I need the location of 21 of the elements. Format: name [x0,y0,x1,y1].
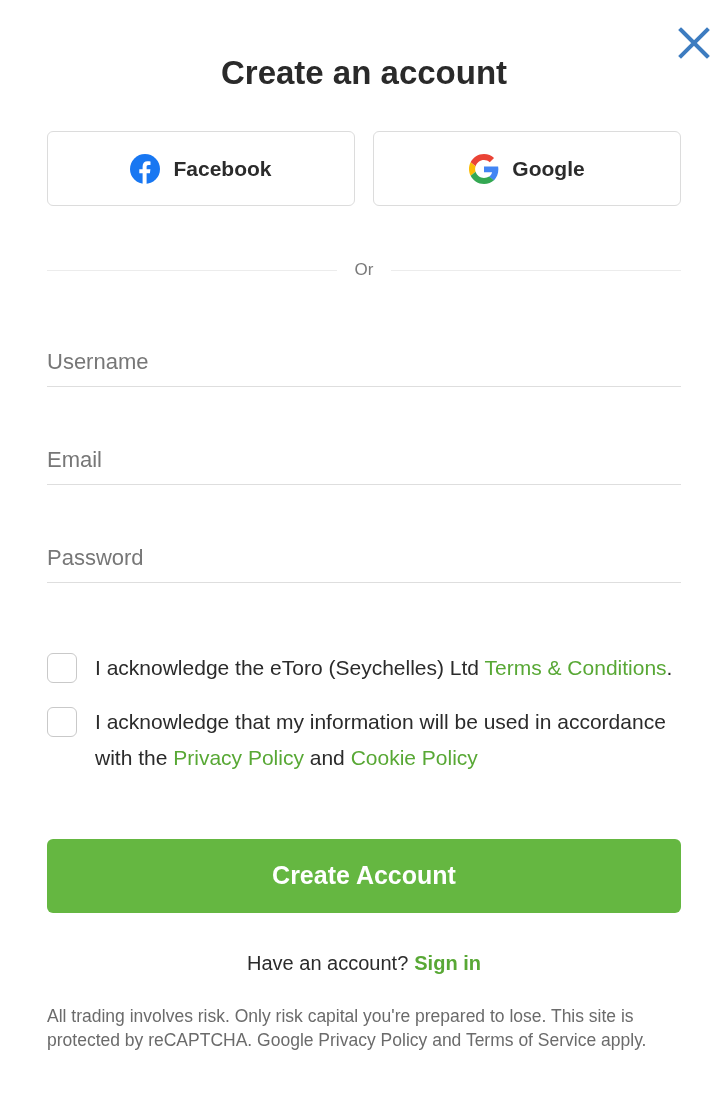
dialog-title: Create an account [220,53,508,93]
facebook-logo-icon [130,153,161,184]
checkbox[interactable] [47,653,77,683]
risk-disclaimer: All trading involves risk. Only risk capital you're prepared to lose. This site is protected by reCAPTCHA. Google Privacy Policy and Terms of Service apply. [47,1005,648,1052]
signin-prompt: Have an account? [247,951,409,976]
input-field[interactable]: Email [47,435,681,485]
input-field[interactable]: Password [47,533,681,583]
divider-label: Or [354,259,374,282]
consent-link[interactable]: Terms & Conditions [484,656,667,679]
consent-text: I acknowledge the eToro (Seychelles) Ltd Terms & Conditions. [95,655,673,681]
create-account-button[interactable]: Create Account [47,839,681,913]
consent-text: I acknowledge that my information will be used in accordance with the Privacy Policy and Cookie Policy [95,709,667,771]
close-icon[interactable] [678,27,710,59]
checkbox[interactable] [47,707,77,737]
consent-link[interactable]: Cookie Policy [350,746,478,769]
consent-link[interactable]: Privacy Policy [173,746,304,769]
sign-in-link[interactable]: Sign in [414,949,481,977]
social-login-button[interactable]: Facebook [47,131,355,206]
social-login-button[interactable]: Google [373,131,681,206]
input-field[interactable]: Username [47,337,681,387]
google-logo-icon [469,153,500,184]
